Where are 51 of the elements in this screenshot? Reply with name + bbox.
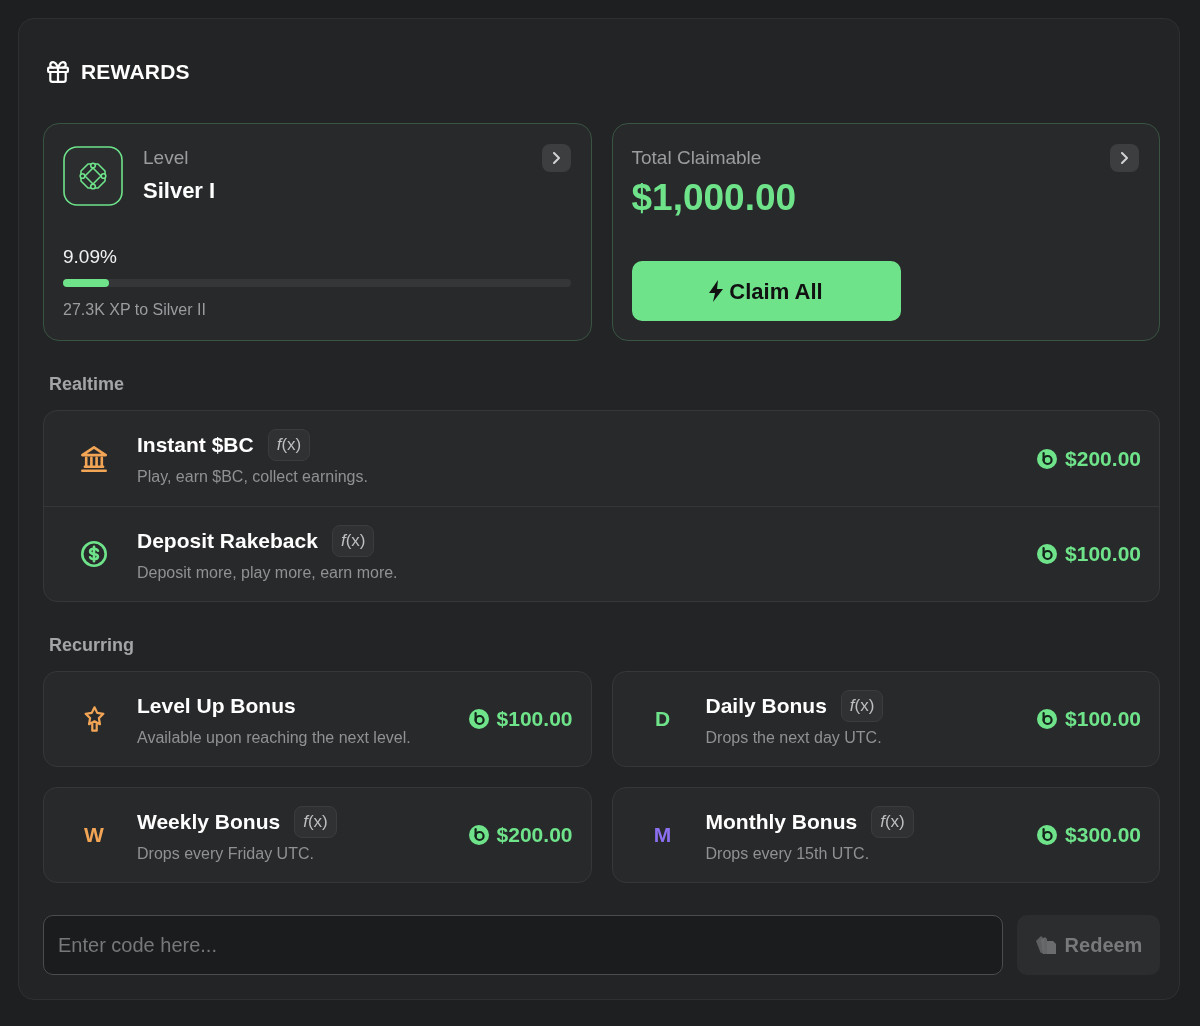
xp-caption: 27.3K XP to Silver II <box>63 300 206 320</box>
reward-description: Deposit more, play more, earn more. <box>137 562 398 583</box>
coin-icon <box>1037 544 1058 564</box>
reward-amount: $100.00 <box>1065 706 1141 733</box>
gift-icon <box>47 61 69 83</box>
formula-tag: f(x) <box>331 524 375 557</box>
coin-icon <box>1037 825 1058 845</box>
chevron-icon <box>1121 152 1128 164</box>
reward-amount: $100.00 <box>496 706 573 733</box>
reward-description: Drops every Friday UTC. <box>137 843 314 864</box>
claimable-label: Total Claimable <box>631 146 762 170</box>
reward-title: Weekly Bonus <box>137 808 281 835</box>
tags-icon <box>1034 935 1057 955</box>
coin-icon <box>1037 448 1058 469</box>
chevron-icon <box>552 152 560 164</box>
formula-tag: f(x) <box>840 689 884 722</box>
formula-tag: f(x) <box>267 429 311 461</box>
reward-description: Drops every 15th UTC. <box>705 843 870 864</box>
reward-title: Daily Bonus <box>705 692 827 719</box>
reward-amount: $200.00 <box>496 822 573 849</box>
section-heading: Recurring <box>49 634 135 657</box>
coin-icon <box>1037 709 1058 729</box>
reward-description: Play, earn $BC, collect earnings. <box>137 467 368 487</box>
level-label: Level <box>143 146 189 170</box>
gem-badge-icon <box>63 146 123 206</box>
coin-icon <box>468 825 489 845</box>
claim-all-button[interactable]: Claim All <box>631 261 901 321</box>
reward-amount: $100.00 <box>1065 541 1141 568</box>
code-input-field[interactable]: Enter code here... <box>43 915 1003 975</box>
initial-letter: W <box>84 823 104 847</box>
reward-title: Deposit Rakeback <box>137 527 318 554</box>
reward-description: Available upon reaching the next level. <box>137 727 411 748</box>
reward-title: Level Up Bonus <box>137 692 296 719</box>
reward-amount: $300.00 <box>1065 822 1141 849</box>
reward-description: Drops the next day UTC. <box>705 727 882 748</box>
level-name: Silver I <box>143 177 216 205</box>
reward-amount: $200.00 <box>1065 445 1141 472</box>
reward-title: Instant $BC <box>137 432 254 458</box>
section-heading: Realtime <box>49 373 125 396</box>
progress-percent: 9.09% <box>63 245 117 269</box>
formula-tag: f(x) <box>871 805 914 838</box>
bolt-icon <box>709 280 724 302</box>
panel-title: REWARDS <box>81 59 190 85</box>
formula-tag: f(x) <box>294 805 337 838</box>
initial-letter: M <box>653 823 672 847</box>
chevron-button[interactable] <box>541 144 571 172</box>
coin-icon <box>468 709 489 729</box>
chevron-button[interactable] <box>1110 144 1139 172</box>
initial-letter: D <box>654 707 671 731</box>
claimable-amount: $1,000.00 <box>631 176 797 220</box>
reward-title: Monthly Bonus <box>705 808 858 835</box>
